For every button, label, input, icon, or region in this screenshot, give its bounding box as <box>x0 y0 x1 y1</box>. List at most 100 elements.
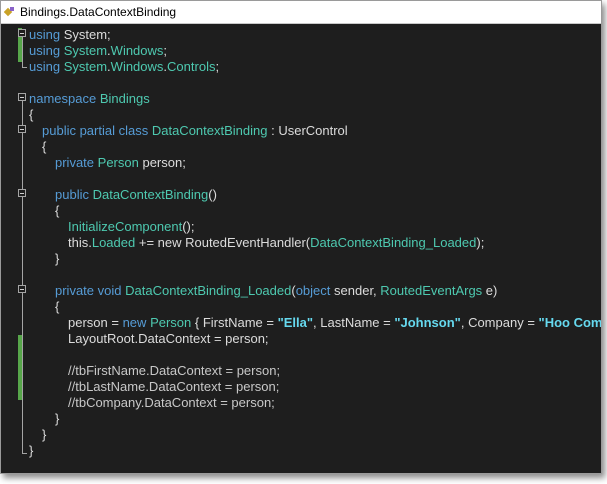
code-token: Bindings <box>99 91 150 106</box>
code-line[interactable]: //tbLastName.DataContext = person; <box>1 379 601 395</box>
code-token: ; <box>163 43 168 58</box>
code-line[interactable]: { <box>1 139 601 155</box>
code-text: { <box>55 299 59 315</box>
code-text: LayoutRoot.DataContext = person; <box>68 331 269 347</box>
code-token: { <box>55 203 60 218</box>
code-token: DataContextBinding <box>151 123 268 138</box>
document-tab[interactable]: Bindings.DataContextBinding <box>1 1 601 24</box>
code-token: ); <box>476 235 485 250</box>
code-line[interactable]: } <box>1 443 601 459</box>
code-line[interactable] <box>1 347 601 363</box>
code-token: //tbLastName.DataContext = person; <box>68 379 280 394</box>
code-token: namespace <box>29 91 97 106</box>
code-text: { <box>29 107 33 123</box>
code-line[interactable]: private Person person; <box>1 155 601 171</box>
code-line[interactable]: { <box>1 203 601 219</box>
code-text: { <box>42 139 46 155</box>
code-line[interactable]: public partial class DataContextBinding … <box>1 123 601 139</box>
code-text: //tbFirstName.DataContext = person; <box>68 363 280 379</box>
code-token: ; <box>215 59 220 74</box>
code-token: += new RoutedEventHandler( <box>135 235 311 250</box>
code-line[interactable]: public DataContextBinding() <box>1 187 601 203</box>
code-line[interactable]: { <box>1 107 601 123</box>
code-token: : UserControl <box>267 123 348 138</box>
code-token: DataContextBinding <box>92 187 209 202</box>
code-line[interactable] <box>1 171 601 187</box>
code-token: private <box>55 155 95 170</box>
code-line[interactable]: LayoutRoot.DataContext = person; <box>1 331 601 347</box>
code-line[interactable] <box>1 267 601 283</box>
code-token: { <box>29 107 34 122</box>
code-token: DataContextBinding_Loaded <box>310 235 477 250</box>
code-text: using System; <box>29 27 111 43</box>
code-token: public partial class <box>42 123 149 138</box>
code-token: () <box>208 187 217 202</box>
code-text: //tbCompany.DataContext = person; <box>68 395 275 411</box>
code-line[interactable]: //tbCompany.DataContext = person; <box>1 395 601 411</box>
code-token: , LastName = <box>313 315 395 330</box>
code-line[interactable]: using System; <box>1 27 601 43</box>
code-text: person = new Person { FirstName = "Ella"… <box>68 315 602 331</box>
code-line[interactable]: this.Loaded += new RoutedEventHandler(Da… <box>1 235 601 251</box>
code-text: } <box>55 411 59 427</box>
code-line[interactable]: //tbFirstName.DataContext = person; <box>1 363 601 379</box>
code-line[interactable]: using System.Windows; <box>1 43 601 59</box>
code-token: "Johnson" <box>394 315 461 330</box>
code-token: object <box>295 283 331 298</box>
code-token: } <box>55 251 60 266</box>
class-icon <box>4 6 16 18</box>
code-line[interactable]: using System.Windows.Controls; <box>1 59 601 75</box>
code-token: public <box>55 187 89 202</box>
code-text: this.Loaded += new RoutedEventHandler(Da… <box>68 235 484 251</box>
code-token: Windows <box>110 59 164 74</box>
code-token: Person <box>150 315 192 330</box>
code-line[interactable]: private void DataContextBinding_Loaded(o… <box>1 283 601 299</box>
code-line[interactable]: InitializeComponent(); <box>1 219 601 235</box>
code-token: } <box>29 443 34 458</box>
code-token: Controls <box>167 59 216 74</box>
code-token: InitializeComponent <box>68 219 183 234</box>
code-text: private Person person; <box>55 155 186 171</box>
code-text: } <box>42 427 46 443</box>
code-line[interactable]: person = new Person { FirstName = "Ella"… <box>1 315 601 331</box>
code-editor[interactable]: using System; using System.Windows; using … <box>1 24 601 473</box>
code-text: namespace Bindings <box>29 91 150 107</box>
code-text: //tbLastName.DataContext = person; <box>68 379 279 395</box>
code-text: InitializeComponent(); <box>68 219 194 235</box>
code-token: "Hoo Company" <box>538 315 602 330</box>
code-token: } <box>55 411 60 426</box>
code-line[interactable]: } <box>1 251 601 267</box>
code-token: person; <box>138 155 186 170</box>
code-token: { FirstName = <box>191 315 278 330</box>
code-line[interactable] <box>1 75 601 91</box>
code-line[interactable]: } <box>1 427 601 443</box>
code-token: using <box>29 27 61 42</box>
code-token: LayoutRoot.DataContext = person; <box>68 331 269 346</box>
code-text: } <box>55 251 59 267</box>
code-text: } <box>29 443 33 459</box>
code-token: sender, <box>330 283 381 298</box>
tab-title: Bindings.DataContextBinding <box>20 5 177 19</box>
code-token: } <box>42 427 47 442</box>
code-line[interactable]: namespace Bindings <box>1 91 601 107</box>
code-text: private void DataContextBinding_Loaded(o… <box>55 283 497 299</box>
code-token: "Ella" <box>277 315 314 330</box>
code-token: System; <box>60 27 111 42</box>
code-text: using System.Windows; <box>29 43 167 59</box>
code-token: private void <box>55 283 122 298</box>
code-token: //tbCompany.DataContext = person; <box>68 395 275 410</box>
code-token: e) <box>482 283 498 298</box>
code-token: Person <box>97 155 139 170</box>
code-token: using <box>29 43 61 58</box>
code-line[interactable]: } <box>1 411 601 427</box>
code-token: System <box>63 43 108 58</box>
code-token: System <box>63 59 108 74</box>
code-token: RoutedEventArgs <box>380 283 483 298</box>
code-token: { <box>55 299 60 314</box>
code-token: //tbFirstName.DataContext = person; <box>68 363 281 378</box>
code-line[interactable]: { <box>1 299 601 315</box>
code-text: { <box>55 203 59 219</box>
code-token: using <box>29 59 61 74</box>
code-token: , Company = <box>460 315 539 330</box>
code-text: public partial class DataContextBinding … <box>42 123 348 139</box>
